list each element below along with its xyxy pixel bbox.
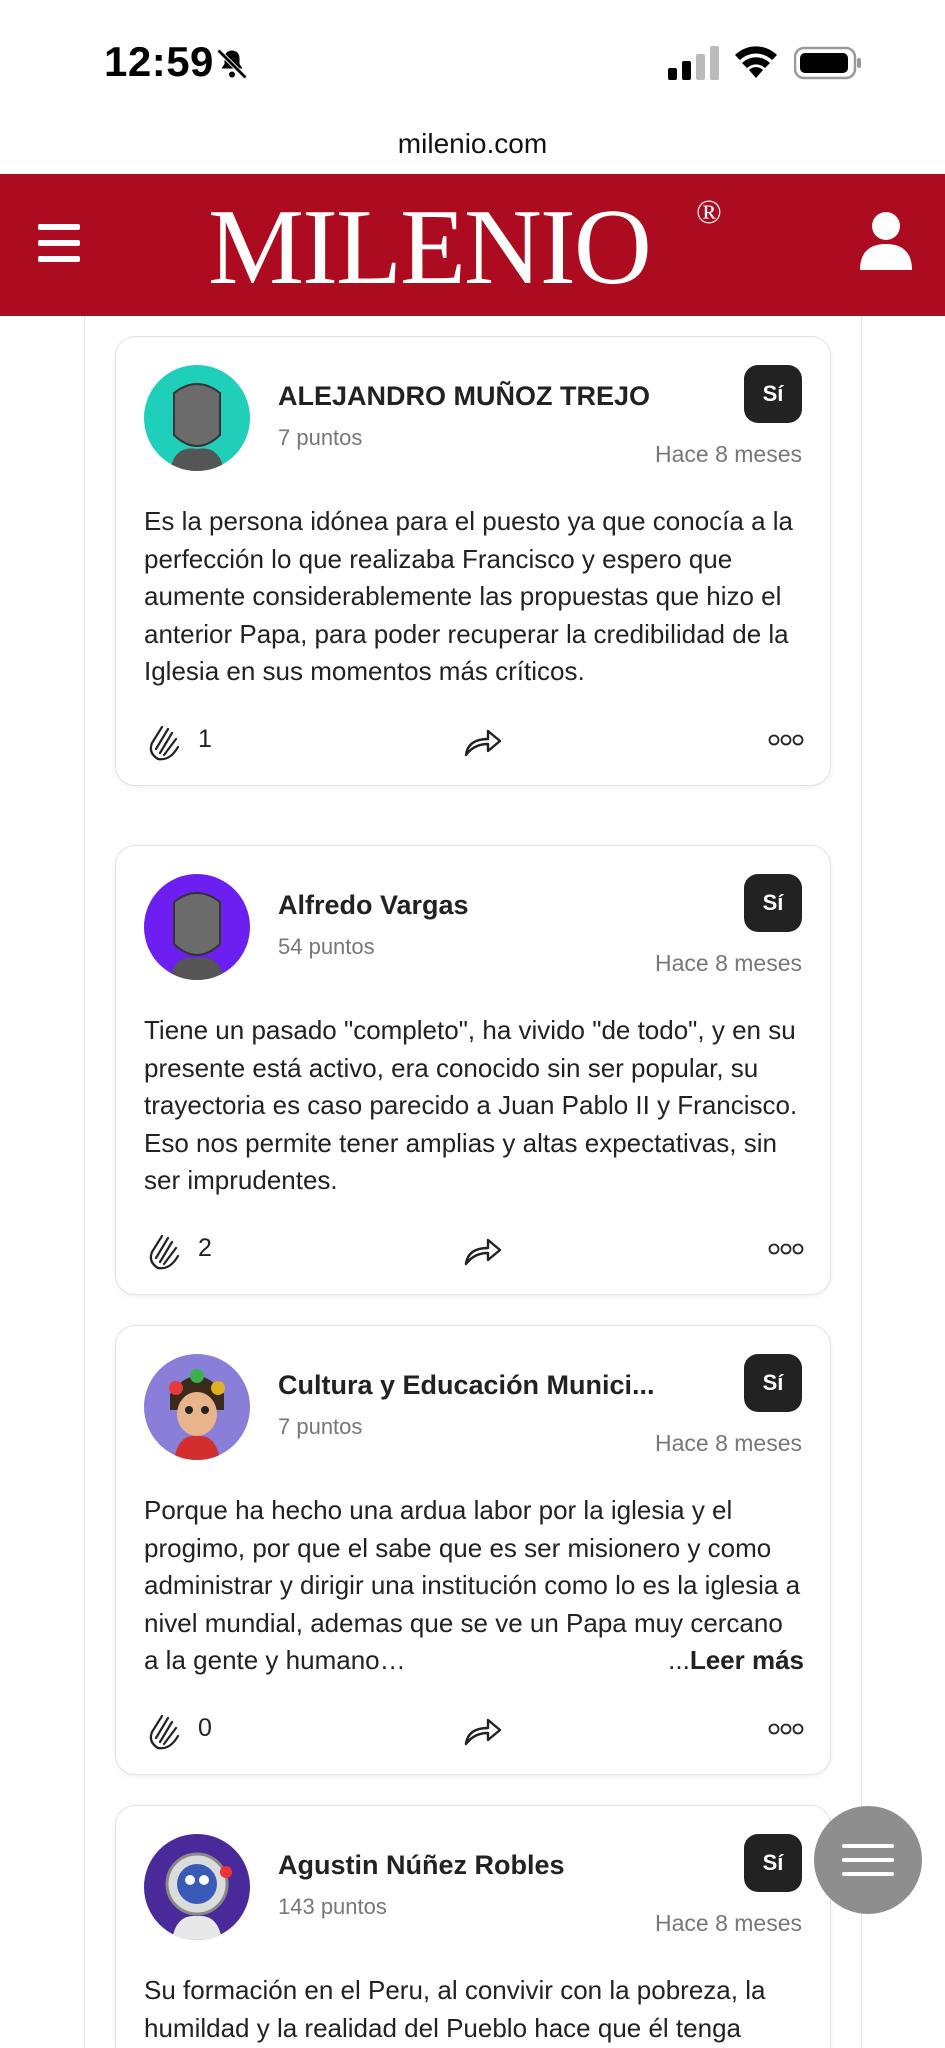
doll-avatar-icon (169, 1369, 225, 1460)
avatar[interactable] (144, 874, 250, 980)
clap-icon[interactable] (144, 1708, 186, 1750)
comment-text: Es la persona idónea para el puesto ya q… (144, 506, 794, 686)
comment-text-container: Porque ha hecho una ardua labor por la i… (144, 1492, 804, 1682)
comment-timestamp: Hace 8 meses (654, 950, 802, 976)
floating-menu-button[interactable] (814, 1806, 922, 1914)
astronaut-avatar-icon (165, 1852, 232, 1940)
milenio-logo[interactable]: MILENIO (208, 188, 652, 308)
author-name[interactable]: Alfredo Vargas (278, 890, 469, 921)
default-avatar-icon (170, 383, 224, 471)
read-more-label: Leer más (689, 1645, 804, 1675)
status-time: 12:59 (104, 38, 214, 85)
battery-icon (794, 46, 861, 80)
avatar[interactable] (144, 1834, 250, 1940)
clap-count: 1 (198, 725, 212, 753)
share-icon[interactable] (462, 723, 504, 759)
share-icon[interactable] (462, 1712, 504, 1748)
user-account-icon[interactable] (858, 210, 914, 272)
cellular-signal-icon (668, 46, 719, 80)
author-points: 143 puntos (278, 1894, 387, 1919)
vote-badge: Sí (744, 365, 802, 423)
comment-actions: 0 (144, 1706, 804, 1756)
avatar[interactable] (144, 1354, 250, 1460)
comment-text: Su formación en el Peru, al convivir con… (144, 1975, 766, 2043)
comment-card: ALEJANDRO MUÑOZ TREJO 7 puntos Sí Hace 8… (115, 336, 831, 786)
comment-timestamp: Hace 8 meses (654, 1430, 802, 1456)
author-name[interactable]: ALEJANDRO MUÑOZ TREJO (278, 381, 650, 412)
clap-count: 0 (198, 1714, 212, 1742)
bell-muted-icon (216, 48, 248, 80)
default-avatar-icon (170, 892, 224, 980)
clap-icon[interactable] (144, 1228, 186, 1270)
more-options-icon[interactable] (768, 1242, 804, 1256)
comment-actions: 1 (144, 717, 804, 767)
comment-text: Tiene un pasado "completo", ha vivido "d… (144, 1015, 798, 1195)
vote-badge: Sí (744, 874, 802, 932)
author-points: 7 puntos (278, 425, 363, 450)
status-bar: 12:59 (0, 0, 945, 120)
author-points: 7 puntos (278, 1414, 363, 1439)
comment-card: Cultura y Educación Munici... 7 puntos S… (115, 1325, 831, 1775)
author-points: 54 puntos (278, 934, 375, 959)
read-more-ellipsis: ... (668, 1645, 690, 1675)
wifi-icon (735, 46, 777, 78)
vote-badge: Sí (744, 1834, 802, 1892)
hamburger-menu-icon[interactable] (38, 224, 80, 262)
more-options-icon[interactable] (768, 733, 804, 747)
share-icon[interactable] (462, 1232, 504, 1268)
comment-timestamp: Hace 8 meses (654, 1910, 802, 1936)
clap-icon[interactable] (144, 719, 186, 761)
avatar[interactable] (144, 365, 250, 471)
comment-card: Alfredo Vargas 54 puntos Sí Hace 8 meses… (115, 845, 831, 1295)
comment-actions: 2 (144, 1226, 804, 1276)
vote-badge: Sí (744, 1354, 802, 1412)
comment-timestamp: Hace 8 meses (654, 441, 802, 467)
comment-card: Agustin Núñez Robles 143 puntos Sí Hace … (115, 1805, 831, 2048)
read-more-link[interactable]: ...Leer más (668, 1642, 804, 1680)
more-options-icon[interactable] (768, 1722, 804, 1736)
url-bar[interactable]: milenio.com (0, 120, 945, 174)
clap-count: 2 (198, 1234, 212, 1262)
author-name[interactable]: Cultura y Educación Munici... (278, 1370, 655, 1401)
author-name[interactable]: Agustin Núñez Robles (278, 1850, 565, 1881)
site-header: MILENIO ® (0, 174, 945, 316)
registered-mark: ® (696, 194, 722, 231)
